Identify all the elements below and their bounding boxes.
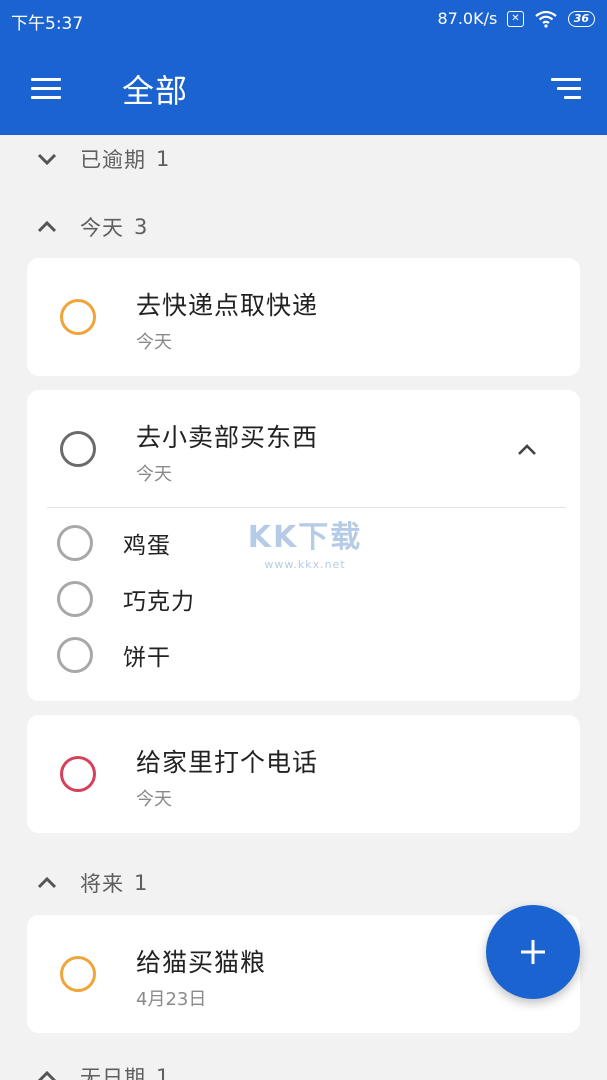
task-title: 给猫买猫粮 xyxy=(136,948,267,977)
status-time: 下午5:37 xyxy=(11,14,84,34)
task-title: 给家里打个电话 xyxy=(136,748,319,777)
task-date: 今天 xyxy=(136,464,172,485)
section-header-today[interactable]: 今天 3 xyxy=(32,212,147,242)
section-count: 1 xyxy=(134,871,148,895)
task-checkbox[interactable] xyxy=(60,431,96,467)
network-speed: 87.0K/s xyxy=(437,9,498,28)
task-date: 今天 xyxy=(136,332,172,353)
status-indicators: 87.0K/s ✕ 36 xyxy=(437,9,595,28)
section-count: 1 xyxy=(156,147,170,171)
collapse-subtasks-button[interactable] xyxy=(512,438,542,462)
task-date: 4月23日 xyxy=(136,989,207,1010)
subtask-checkbox[interactable] xyxy=(57,581,93,617)
plus-icon xyxy=(521,940,545,964)
section-count: 3 xyxy=(134,215,148,239)
subtask-title: 饼干 xyxy=(123,645,171,671)
section-header-future[interactable]: 将来 1 xyxy=(32,868,147,898)
subtask-item[interactable]: 饼干 xyxy=(57,635,171,675)
section-label: 无日期 xyxy=(80,1066,146,1080)
sort-icon[interactable] xyxy=(547,72,587,106)
watermark-text: KK下载 xyxy=(247,520,363,555)
subtask-item[interactable]: 鸡蛋 xyxy=(57,523,171,563)
task-checkbox[interactable] xyxy=(60,299,96,335)
task-card[interactable]: 给家里打个电话 今天 xyxy=(27,715,580,833)
battery-icon: 36 xyxy=(567,10,595,27)
app-bar: 下午5:37 87.0K/s ✕ 36 全部 xyxy=(0,0,607,135)
menu-icon[interactable] xyxy=(26,72,66,106)
chevron-up-icon xyxy=(32,871,62,895)
page-title: 全部 xyxy=(122,72,189,110)
wifi-icon xyxy=(535,10,557,28)
status-bar: 下午5:37 87.0K/s ✕ 36 xyxy=(0,0,607,40)
add-task-button[interactable] xyxy=(486,905,580,999)
subtask-checkbox[interactable] xyxy=(57,525,93,561)
section-header-no-date[interactable]: 无日期 1 xyxy=(32,1062,169,1080)
task-card[interactable]: 去快递点取快递 今天 xyxy=(27,258,580,376)
section-label: 已逾期 xyxy=(80,148,146,172)
section-header-overdue[interactable]: 已逾期 1 xyxy=(32,144,169,174)
watermark-logo: KK下载 www.kkx.net xyxy=(240,512,370,572)
subtask-title: 鸡蛋 xyxy=(123,533,171,559)
section-count: 1 xyxy=(156,1065,170,1080)
chevron-down-icon xyxy=(32,147,62,171)
task-checkbox[interactable] xyxy=(60,756,96,792)
subtask-title: 巧克力 xyxy=(123,589,195,615)
task-checkbox[interactable] xyxy=(60,956,96,992)
task-title: 去快递点取快递 xyxy=(136,291,319,320)
section-label: 今天 xyxy=(80,216,124,240)
subtask-item[interactable]: 巧克力 xyxy=(57,579,195,619)
section-label: 将来 xyxy=(80,872,124,896)
chevron-up-icon xyxy=(32,1065,62,1080)
subtask-checkbox[interactable] xyxy=(57,637,93,673)
divider xyxy=(47,507,566,508)
task-date: 今天 xyxy=(136,789,172,810)
sim-icon: ✕ xyxy=(507,10,524,27)
chevron-up-icon xyxy=(32,215,62,239)
watermark-url: www.kkx.net xyxy=(264,558,346,571)
task-title: 去小卖部买东西 xyxy=(136,423,319,452)
